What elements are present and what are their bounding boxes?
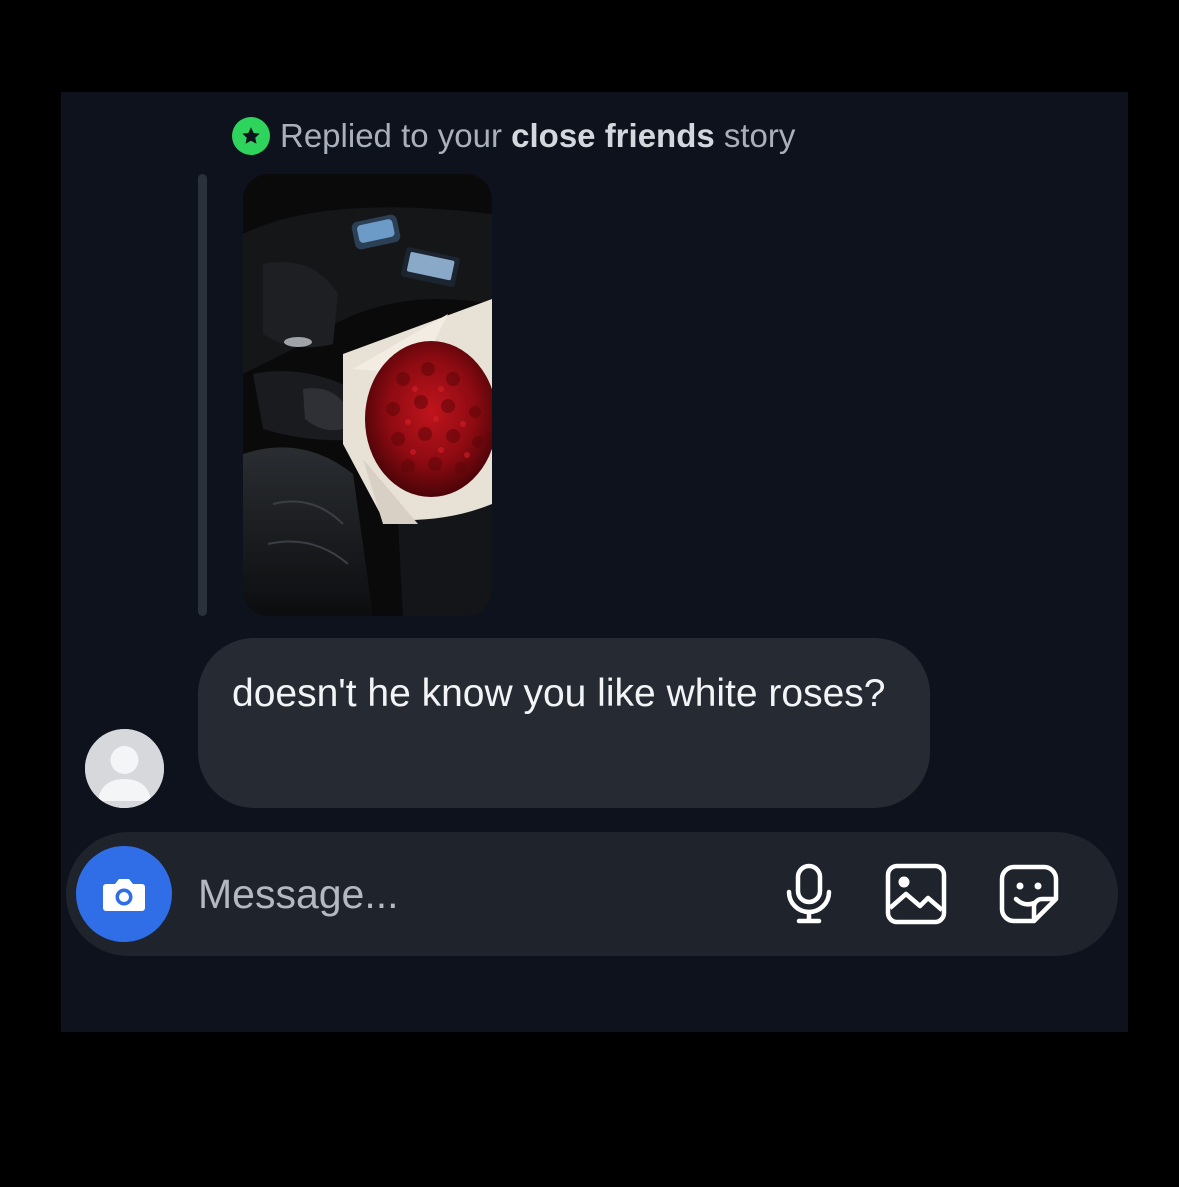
gallery-button[interactable]: [882, 860, 950, 928]
reply-quote-bar: [198, 174, 207, 616]
microphone-button[interactable]: [775, 860, 843, 928]
story-photo: [243, 174, 492, 616]
gallery-icon: [885, 863, 947, 925]
sticker-button[interactable]: [995, 860, 1063, 928]
message-bubble[interactable]: doesn't he know you like white roses?: [198, 638, 930, 808]
story-reply-header: Replied to your close friends story: [232, 116, 795, 156]
message-text: doesn't he know you like white roses?: [232, 672, 886, 715]
message-input[interactable]: [198, 866, 738, 922]
camera-icon: [103, 879, 145, 911]
sender-avatar[interactable]: [85, 729, 164, 808]
close-friends-badge: [232, 117, 270, 155]
default-avatar-icon: [85, 729, 164, 808]
camera-button[interactable]: [76, 846, 172, 942]
sticker-icon: [999, 864, 1059, 924]
reply-prefix: Replied to your: [280, 117, 512, 154]
story-thumbnail[interactable]: [243, 174, 492, 616]
star-icon: [242, 127, 260, 144]
microphone-icon: [786, 863, 832, 924]
close-friends-label: close friends: [511, 117, 715, 154]
reply-suffix: story: [714, 117, 796, 154]
